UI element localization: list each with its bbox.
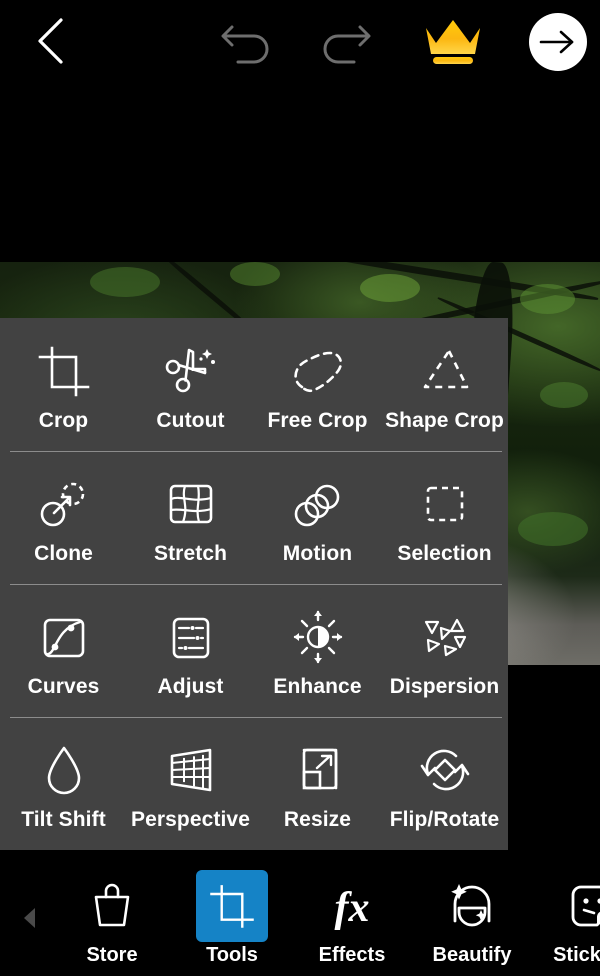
chevron-left-icon: [38, 18, 63, 64]
nav-item-stickers[interactable]: Stickers: [532, 860, 600, 976]
tool-label: Stretch: [153, 541, 228, 565]
warp-grid-icon: [163, 476, 219, 532]
rotate-diamond-icon: [416, 742, 474, 798]
tool-adjust[interactable]: Adjust: [127, 584, 254, 717]
sliders-panel-icon: [163, 609, 219, 665]
tool-stretch[interactable]: Stretch: [127, 451, 254, 584]
crown-icon: [426, 20, 480, 64]
tools-panel: Crop Cutout Free Crop Shape Crop Clone S…: [0, 318, 508, 850]
svg-text:fx: fx: [335, 885, 370, 931]
nav-item-label: Effects: [318, 943, 386, 966]
resize-arrow-icon: [290, 742, 346, 798]
perspective-grid-icon: [162, 742, 220, 798]
clone-stamp-icon: [36, 476, 92, 532]
tool-label: Flip/Rotate: [389, 807, 500, 831]
dashed-square-icon: [417, 476, 473, 532]
tool-curves[interactable]: Curves: [0, 584, 127, 717]
tool-label: Free Crop: [267, 408, 368, 432]
face-sparkle-icon: [436, 870, 508, 942]
curves-icon: [36, 609, 92, 665]
tool-free-crop[interactable]: Free Crop: [254, 318, 381, 451]
tool-cutout[interactable]: Cutout: [127, 318, 254, 451]
tools-row: Tilt Shift Perspective Resize Flip/Rotat…: [0, 717, 508, 850]
tool-crop[interactable]: Crop: [0, 318, 127, 451]
water-drop-icon: [40, 742, 88, 798]
scattered-triangles-icon: [417, 609, 473, 665]
tool-label: Enhance: [273, 674, 362, 698]
apply-button[interactable]: [528, 12, 588, 72]
tool-label: Motion: [282, 541, 353, 565]
tool-label: Adjust: [157, 674, 224, 698]
shopping-bag-icon: [76, 870, 148, 942]
tool-label: Shape Crop: [385, 408, 504, 432]
fx-icon: fx: [316, 870, 388, 942]
tool-selection[interactable]: Selection: [381, 451, 508, 584]
tool-label: Dispersion: [389, 674, 500, 698]
nav-item-label: Beautify: [432, 943, 512, 966]
tools-row: Curves Adjust Enhance Dispersion: [0, 584, 508, 717]
nav-item-tools[interactable]: Tools: [172, 860, 292, 976]
tool-dispersion[interactable]: Dispersion: [381, 584, 508, 717]
nav-item-label: Store: [86, 943, 138, 966]
lasso-dashed-icon: [288, 343, 348, 399]
tools-row: Clone Stretch Motion Selection: [0, 451, 508, 584]
sticker-face-icon: [556, 870, 600, 942]
arrow-right-icon: [539, 30, 574, 54]
apply-circle: [529, 13, 587, 71]
tool-flip-rotate[interactable]: Flip/Rotate: [381, 717, 508, 850]
tool-tilt-shift[interactable]: Tilt Shift: [0, 717, 127, 850]
tool-label: Crop: [38, 408, 89, 432]
tool-resize[interactable]: Resize: [254, 717, 381, 850]
tool-label: Resize: [283, 807, 352, 831]
nav-item-effects[interactable]: fx Effects: [292, 860, 412, 976]
premium-crown-button[interactable]: [420, 10, 486, 72]
tool-label: Clone: [34, 541, 93, 565]
nav-item-beautify[interactable]: Beautify: [412, 860, 532, 976]
tool-label: Perspective: [130, 807, 250, 831]
nav-item-label: Stickers: [553, 943, 600, 966]
tool-label: Curves: [27, 674, 100, 698]
caret-left-icon: [24, 908, 35, 928]
redo-button[interactable]: [312, 10, 378, 72]
tool-motion[interactable]: Motion: [254, 451, 381, 584]
crop-icon: [36, 343, 92, 399]
triangle-dashed-icon: [416, 343, 474, 399]
tool-clone[interactable]: Clone: [0, 451, 127, 584]
app-screen: Crop Cutout Free Crop Shape Crop Clone S…: [0, 0, 600, 976]
nav-item-store[interactable]: Store: [52, 860, 172, 976]
undo-arrow-icon: [221, 25, 269, 64]
redo-arrow-icon: [323, 25, 371, 64]
tool-label: Cutout: [156, 408, 225, 432]
tool-label: Selection: [397, 541, 492, 565]
nav-items-list: Store Tools fx Effects Beautify Stick: [52, 860, 600, 976]
brightness-rays-icon: [288, 609, 348, 665]
tools-active-tile: [196, 869, 268, 942]
tool-label: Tilt Shift: [21, 807, 106, 831]
scissors-sparkle-icon: [163, 343, 219, 399]
back-button[interactable]: [20, 10, 82, 72]
tool-enhance[interactable]: Enhance: [254, 584, 381, 717]
nav-item-label: Tools: [206, 943, 258, 966]
bottom-navigation: Store Tools fx Effects Beautify Stick: [0, 860, 600, 976]
undo-button[interactable]: [214, 10, 280, 72]
crop-icon: [210, 884, 254, 928]
motion-circles-icon: [289, 476, 347, 532]
top-toolbar: [0, 0, 600, 82]
tools-row: Crop Cutout Free Crop Shape Crop: [0, 318, 508, 451]
tool-perspective[interactable]: Perspective: [127, 717, 254, 850]
tool-shape-crop[interactable]: Shape Crop: [381, 318, 508, 451]
nav-scroll-left-button[interactable]: [20, 906, 40, 930]
